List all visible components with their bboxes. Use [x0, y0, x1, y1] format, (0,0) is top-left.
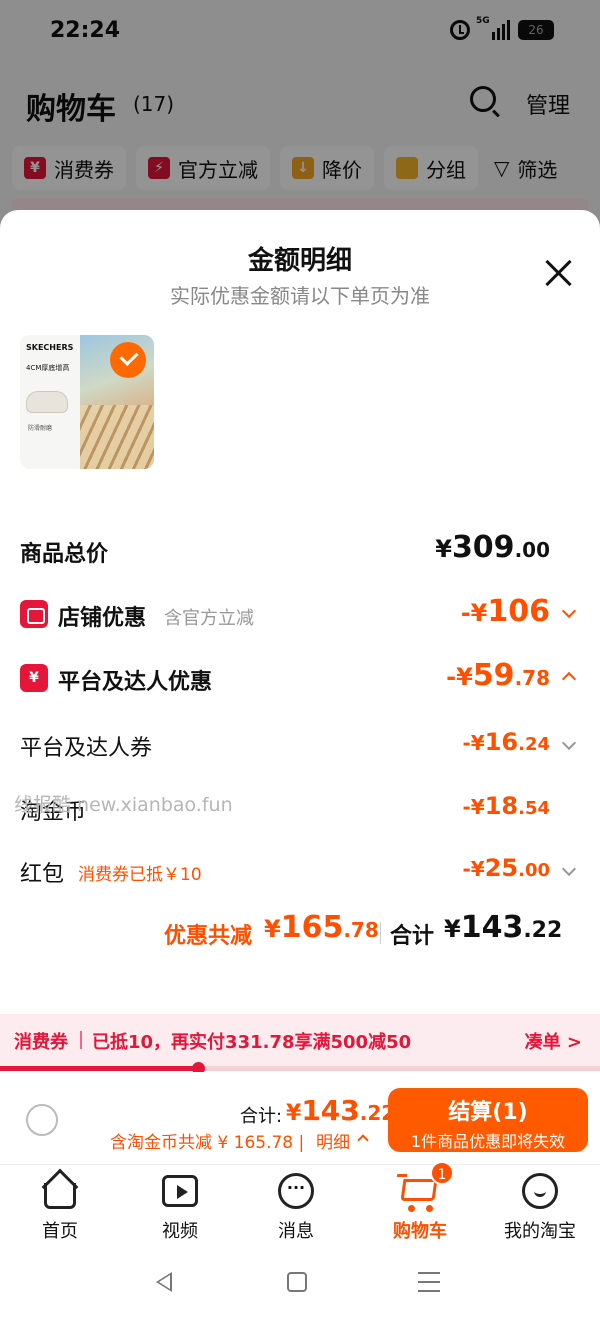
coupon-progress-banner[interactable]: 消费券 已抵10，再实付331.78享满500减50 凑单 > — [0, 1014, 600, 1070]
recent-apps-icon[interactable] — [418, 1272, 440, 1292]
checkout-button-label: 结算(1) — [448, 1100, 528, 1125]
select-all-radio[interactable] — [26, 1104, 58, 1136]
checkout-total-label: 合计: — [240, 1106, 283, 1127]
sheet-subtitle: 实际优惠金额请以下单页为准 — [170, 284, 430, 308]
chevron-up-icon — [561, 671, 577, 687]
platform-coupon-value: -¥16.24 — [462, 728, 550, 756]
discount-total-value: ¥165.78 — [264, 910, 379, 945]
chevron-up-icon — [357, 1134, 369, 1146]
cart-icon: 1 — [400, 1161, 454, 1212]
modal-overlay[interactable] — [0, 0, 600, 240]
home-icon — [40, 1168, 80, 1211]
coupon-progress-fill — [0, 1066, 198, 1071]
platform-discount-row[interactable]: ¥ 平台及达人优惠 -¥59.78 — [20, 658, 580, 704]
tab-label: 视频 — [162, 1221, 198, 1242]
platform-discount-label: 平台及达人优惠 — [58, 670, 213, 695]
store-discount-row[interactable]: 店铺优惠 含官方立减 -¥106 — [20, 594, 580, 640]
goods-total-label: 商品总价 — [20, 542, 109, 567]
chevron-down-icon — [561, 735, 577, 751]
tab-video[interactable]: 视频 — [120, 1171, 240, 1243]
checkout-button[interactable]: 结算(1) 1件商品优惠即将失效 — [388, 1088, 588, 1152]
tab-label: 我的淘宝 — [504, 1221, 576, 1242]
selected-check-icon[interactable] — [110, 342, 146, 378]
sheet-title: 金额明细 — [247, 246, 352, 276]
tab-profile[interactable]: 我的淘宝 — [480, 1171, 600, 1243]
price-summary: 优惠共减 ¥165.78 合计 ¥143.22 — [0, 910, 600, 954]
coupon-banner-message: 已抵10，再实付331.78享满500减50 — [92, 1032, 412, 1053]
platform-coupon-row[interactable]: 平台及达人券 -¥16.24 — [20, 726, 580, 766]
coupon-icon: ¥ — [20, 664, 48, 692]
video-icon — [160, 1171, 200, 1211]
tab-home[interactable]: 首页 — [0, 1168, 120, 1243]
price-detail-sheet: 金额明细 实际优惠金额请以下单页为准 SKECHERS 4CM厚底增高 防滑耐磨… — [0, 210, 600, 1018]
cart-badge: 1 — [430, 1161, 454, 1185]
detail-toggle[interactable]: 明细 — [316, 1128, 350, 1153]
red-packet-note: 消费券已抵￥10 — [78, 865, 202, 885]
store-discount-note: 含官方立减 — [164, 608, 254, 629]
coupon-banner-lead: 消费券 — [14, 1032, 68, 1053]
tab-cart[interactable]: 1 购物车 — [360, 1161, 480, 1243]
store-discount-value: -¥106 — [460, 594, 550, 629]
product-brand: SKECHERS — [26, 343, 74, 352]
discount-total-label: 优惠共减 — [164, 924, 253, 949]
red-packet-label: 红包 — [20, 862, 65, 887]
close-icon[interactable] — [544, 258, 574, 288]
chevron-down-icon — [561, 603, 577, 619]
message-icon: ··· — [276, 1171, 316, 1211]
tab-label: 购物车 — [393, 1221, 447, 1242]
store-discount-label: 店铺优惠 — [58, 606, 147, 631]
grand-total-value: ¥143.22 — [444, 910, 563, 945]
coupon-progress-bar — [0, 1062, 600, 1075]
watermark: 线报酷 new.xianbao.fun — [14, 794, 233, 816]
checkout-bar: 合计: ¥143.22 含淘金币共减 ¥ 165.78 | 明细 结算(1) 1… — [0, 1072, 600, 1164]
platform-discount-value: -¥59.78 — [446, 658, 550, 693]
goods-total-value: ¥309.00 — [435, 530, 550, 565]
back-icon[interactable] — [154, 1272, 172, 1292]
shoe-image — [26, 391, 68, 413]
profile-icon — [520, 1171, 560, 1211]
checkout-total-value: ¥143.22 — [286, 1094, 396, 1127]
cart-page-background: 22:24 5G 26 购物车 (17) 管理 ¥ 消费券 ⚡ 官方立减 ↓ 降… — [0, 0, 600, 240]
product-tagline: 4CM厚底增高 — [26, 364, 70, 372]
tab-label: 消息 — [278, 1221, 314, 1242]
platform-coupon-label: 平台及达人券 — [20, 736, 153, 761]
red-packet-row[interactable]: 红包 消费券已抵￥10 -¥25.00 — [20, 852, 580, 892]
add-items-link[interactable]: 凑单 > — [525, 1028, 582, 1054]
tab-messages[interactable]: ··· 消息 — [236, 1171, 356, 1243]
taojinbi-value: -¥18.54 — [462, 792, 550, 820]
product-caption: 防滑耐磨 — [28, 425, 53, 432]
tab-label: 首页 — [42, 1221, 78, 1242]
grand-total-label: 合计 — [390, 924, 435, 949]
chevron-down-icon — [561, 861, 577, 877]
checkout-discount-note: 含淘金币共减 ¥ 165.78 | — [110, 1133, 305, 1153]
goods-total-row: 商品总价 ¥309.00 — [20, 530, 580, 574]
checkout-button-sub: 1件商品优惠即将失效 — [410, 1132, 566, 1151]
home-button-icon[interactable] — [287, 1272, 307, 1292]
store-icon — [20, 600, 48, 628]
red-packet-value: -¥25.00 — [462, 854, 550, 882]
system-navigation-bar — [0, 1244, 600, 1318]
bottom-tab-bar: 首页 视频 ··· 消息 1 购物车 我的淘宝 — [0, 1161, 600, 1244]
